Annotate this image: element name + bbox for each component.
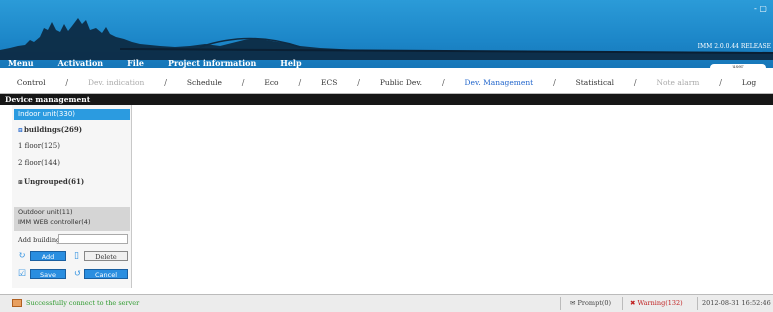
tab-separator: / [441,77,445,87]
device-tree-panel: Indoor unit(330) ⊟buildings(269) 1 floor… [12,105,132,288]
tab-eco[interactable]: Eco [247,78,295,87]
plus-square-icon[interactable]: ⊞ [18,179,23,186]
tab-separator: / [65,77,69,87]
tab-statistical[interactable]: Statistical [559,78,631,87]
connection-status: Successfully connect to the server [12,299,139,307]
window-controls[interactable]: - ▢ [754,4,767,13]
version-label: IMM 2.0.0.44 RELEASE [697,43,771,50]
tab-bar: Control / Dev. indication / Schedule / E… [0,71,773,94]
tree-item-floor-2[interactable]: 2 floor(144) [18,159,60,167]
tab-separator: / [241,77,245,87]
datetime-label: 2012-08-31 16:52:46 [702,299,771,307]
warning-count[interactable]: ✖ Warning(132) [630,299,683,307]
prompt-count[interactable]: ✉ Prompt(0) [570,299,611,307]
menu-item-help[interactable]: Help [280,58,301,68]
divider [697,297,698,310]
tab-dev-management[interactable]: Dev. Management [448,78,550,87]
server-connected-icon [12,299,22,307]
tab-dev-indication[interactable]: Dev. indication [71,78,161,87]
app-header: - ▢ IMM 2.0.0.44 RELEASE Menu Activation… [0,0,773,68]
menu-item-project-information[interactable]: Project information [168,58,256,68]
tab-separator: / [357,77,360,87]
tab-schedule[interactable]: Schedule [170,78,239,87]
add-button[interactable]: Add [30,251,66,261]
save-button[interactable]: Save [30,269,66,279]
tab-separator: / [553,77,556,87]
divider [560,297,561,310]
warning-label: Warning(132) [637,299,683,307]
tree-item-buildings[interactable]: ⊟buildings(269) [18,125,82,134]
tree-item-label: buildings(269) [24,125,83,134]
tree-item-web-controller[interactable]: IMM WEB controller(4) [14,217,130,227]
tree-item-floor-1[interactable]: 1 floor(125) [18,142,60,150]
cancel-button[interactable]: Cancel [84,269,128,279]
menu-bar: Menu Activation File Project information… [0,58,318,68]
minus-square-icon[interactable]: ⊟ [18,127,23,134]
tab-public-dev[interactable]: Public Dev. [363,78,439,87]
menu-item-activation[interactable]: Activation [58,58,104,68]
edit-icon: ☑ [18,269,27,279]
tab-log[interactable]: Log [725,78,773,87]
tree-item-ungrouped[interactable]: ⊞Ungrouped(61) [18,177,84,186]
tab-control[interactable]: Control [0,78,62,87]
add-buildings-label: Add buildings [18,236,64,244]
trash-icon: ▯ [74,251,79,261]
divider [622,297,623,310]
panel-title: Device management [5,95,91,104]
user-tab[interactable]: user [710,64,766,71]
tree-item-label: Ungrouped(61) [24,177,85,186]
tree-item-outdoor-unit[interactable]: Outdoor unit(11) [14,207,130,217]
tab-separator: / [719,77,722,87]
status-message: Successfully connect to the server [26,299,140,307]
city-skyline-banner [0,18,773,60]
tab-separator: / [298,77,302,87]
tree-item-indoor-unit[interactable]: Indoor unit(330) [14,109,130,120]
status-bar: Successfully connect to the server ✉ Pro… [0,294,773,312]
undo-icon: ↺ [74,269,82,279]
refresh-arrow-icon: ↻ [18,251,26,261]
menu-item-menu[interactable]: Menu [8,58,34,68]
device-category-box: Outdoor unit(11) IMM WEB controller(4) [14,207,130,231]
menu-item-file[interactable]: File [127,58,144,68]
tab-separator: / [633,77,637,87]
tab-ecs[interactable]: ECS [304,78,354,87]
prompt-label: Prompt(0) [577,299,612,307]
add-buildings-input[interactable] [58,234,128,244]
delete-button[interactable]: Delete [84,251,128,261]
tab-separator: / [164,77,167,87]
tab-note-alarm[interactable]: Note alarm [640,78,717,87]
content-title-bar: Device management [0,94,773,105]
